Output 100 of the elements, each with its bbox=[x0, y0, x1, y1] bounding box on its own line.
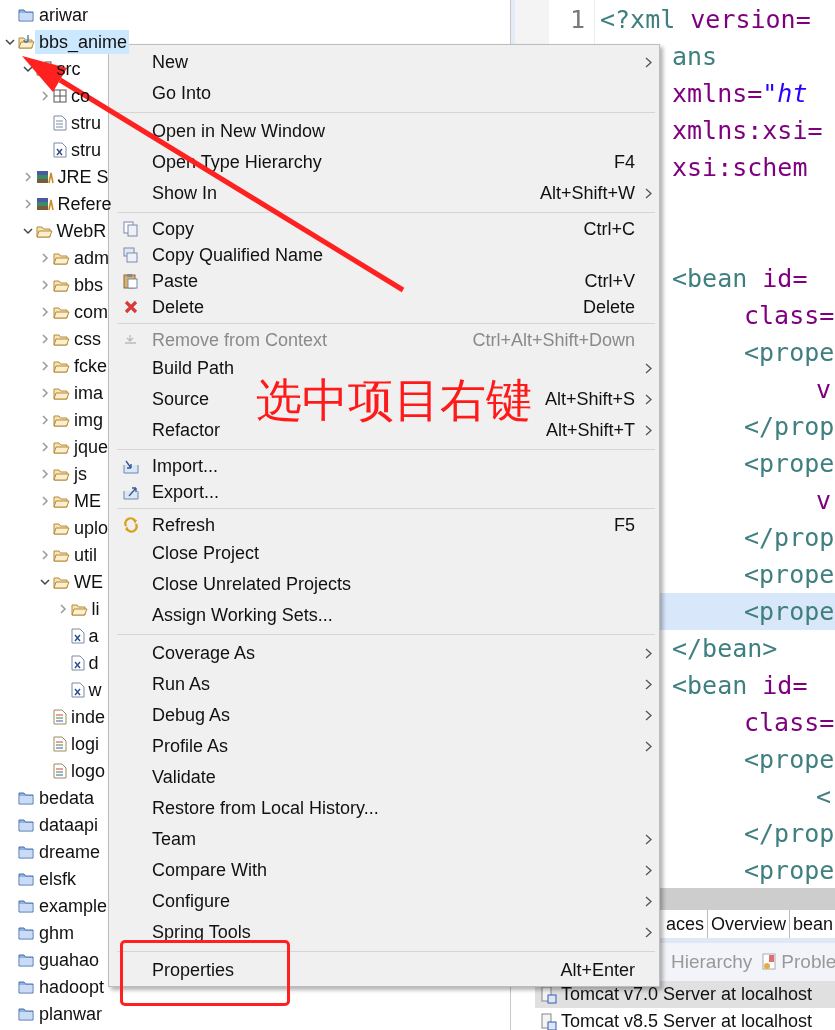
shortcut-label: Ctrl+V bbox=[584, 270, 636, 292]
chevron-right-icon[interactable] bbox=[40, 333, 50, 344]
tree-item[interactable]: w bbox=[84, 677, 104, 702]
chevron-right-icon[interactable] bbox=[40, 279, 50, 290]
xml-file-icon bbox=[70, 627, 85, 644]
tree-item[interactable]: WebR bbox=[52, 218, 109, 243]
menu-item[interactable]: New bbox=[152, 52, 188, 73]
menu-item[interactable]: Team bbox=[152, 829, 196, 850]
tree-item[interactable]: JRE S bbox=[53, 164, 111, 189]
chevron-right-icon[interactable] bbox=[40, 468, 50, 479]
menu-item[interactable]: Open in New Window bbox=[152, 121, 326, 142]
paste-icon bbox=[123, 273, 138, 289]
chevron-down-icon[interactable] bbox=[22, 63, 33, 74]
tree-item[interactable]: d bbox=[84, 650, 101, 675]
tree-item[interactable]: bedata bbox=[35, 785, 97, 810]
chevron-right-icon[interactable] bbox=[57, 603, 68, 614]
editor-tab[interactable]: bean bbox=[790, 910, 835, 938]
chevron-right-icon[interactable] bbox=[22, 171, 33, 182]
tree-item[interactable]: img bbox=[70, 407, 105, 432]
menu-item[interactable]: Refresh bbox=[152, 514, 216, 536]
tree-item[interactable]: li bbox=[87, 596, 102, 621]
menu-item[interactable]: Show In bbox=[152, 183, 218, 204]
shortcut-label: Alt+Enter bbox=[560, 960, 636, 981]
code-line: </prop bbox=[744, 818, 835, 850]
tree-item[interactable]: uplo bbox=[70, 515, 111, 540]
editor-tab[interactable]: Overview bbox=[708, 910, 791, 938]
menu-item[interactable]: Coverage As bbox=[152, 643, 256, 664]
menu-item[interactable]: Profile As bbox=[152, 736, 229, 757]
tree-item[interactable]: stru bbox=[67, 110, 103, 135]
tree-item[interactable]: ariwar bbox=[35, 2, 90, 27]
tree-item[interactable]: stru bbox=[67, 137, 103, 162]
menu-item[interactable]: Close Project bbox=[152, 543, 260, 564]
menu-item[interactable]: Spring Tools bbox=[152, 922, 251, 943]
tree-item[interactable]: hadoopt bbox=[35, 974, 107, 999]
chevron-right-icon[interactable] bbox=[40, 387, 50, 398]
tree-item[interactable]: ghm bbox=[35, 920, 76, 945]
chevron-right-icon[interactable] bbox=[40, 306, 50, 317]
project-folder-icon bbox=[18, 870, 35, 887]
chevron-down-icon[interactable] bbox=[22, 225, 33, 236]
tree-item[interactable]: Refere bbox=[53, 191, 114, 216]
copy-icon bbox=[123, 221, 138, 237]
menu-item[interactable]: Run As bbox=[152, 674, 211, 695]
tree-item[interactable]: js bbox=[70, 461, 89, 486]
chevron-down-icon[interactable] bbox=[40, 576, 50, 587]
tree-item[interactable]: com bbox=[70, 299, 110, 324]
chevron-right-icon[interactable] bbox=[40, 252, 50, 263]
menu-item[interactable]: Build Path bbox=[152, 358, 235, 379]
menu-item[interactable]: Compare With bbox=[152, 860, 268, 881]
tree-item[interactable]: fcke bbox=[70, 353, 109, 378]
tree-item[interactable]: guahao bbox=[35, 947, 102, 972]
file-icon bbox=[53, 114, 67, 131]
tree-item[interactable]: jque bbox=[70, 434, 111, 459]
menu-item[interactable]: Properties bbox=[152, 960, 235, 981]
code-line: <prope bbox=[744, 448, 835, 480]
tree-item[interactable]: bbs bbox=[70, 272, 106, 297]
tree-item[interactable]: inde bbox=[67, 704, 108, 729]
tree-item[interactable]: logo bbox=[67, 758, 108, 783]
menu-item[interactable]: Copy Qualified Name bbox=[152, 244, 324, 266]
tree-item[interactable]: logi bbox=[67, 731, 102, 756]
menu-item[interactable]: Assign Working Sets... bbox=[152, 605, 333, 626]
tree-item[interactable]: a bbox=[84, 623, 101, 648]
chevron-right-icon[interactable] bbox=[40, 441, 50, 452]
chevron-down-icon[interactable] bbox=[5, 36, 15, 47]
chevron-right-icon[interactable] bbox=[22, 198, 33, 209]
chevron-right-icon[interactable] bbox=[40, 414, 50, 425]
menu-item[interactable]: Import... bbox=[152, 455, 218, 477]
chevron-right-icon[interactable] bbox=[40, 549, 50, 560]
tree-item[interactable]: bbs_anime bbox=[35, 29, 130, 54]
editor-tab[interactable]: aces bbox=[663, 910, 709, 938]
chevron-right-icon[interactable] bbox=[40, 360, 50, 371]
menu-item[interactable]: Export... bbox=[152, 481, 220, 503]
tree-item[interactable]: elsfk bbox=[35, 866, 78, 891]
chevron-right-icon[interactable] bbox=[40, 495, 50, 506]
tree-item[interactable]: adm bbox=[70, 245, 111, 270]
tree-item[interactable]: dreame bbox=[35, 839, 103, 864]
menu-item[interactable]: Copy bbox=[152, 218, 195, 240]
project-folder-icon bbox=[18, 33, 35, 50]
tree-item[interactable]: example bbox=[35, 893, 110, 918]
menu-item[interactable]: Paste bbox=[152, 270, 199, 292]
menu-item[interactable]: Go Into bbox=[152, 83, 212, 104]
menu-item[interactable]: Configure bbox=[152, 891, 231, 912]
chevron-right-icon[interactable] bbox=[40, 90, 50, 101]
shortcut-label: Alt+Shift+S bbox=[544, 389, 636, 410]
tree-item[interactable]: ima bbox=[70, 380, 105, 405]
tree-item[interactable]: planwar bbox=[35, 1001, 105, 1026]
menu-item[interactable]: Restore from Local History... bbox=[152, 798, 379, 819]
menu-item[interactable]: Debug As bbox=[152, 705, 231, 726]
menu-item[interactable]: Refactor bbox=[152, 420, 221, 441]
menu-item[interactable]: Validate bbox=[152, 767, 216, 788]
menu-item[interactable]: Close Unrelated Projects bbox=[152, 574, 352, 595]
server-item[interactable]: Tomcat v8.5 Server at localhost bbox=[561, 1011, 813, 1030]
tree-item[interactable]: dataapi bbox=[35, 812, 101, 837]
tree-item[interactable]: css bbox=[70, 326, 103, 351]
tree-item[interactable]: src bbox=[52, 56, 83, 81]
tree-item[interactable]: ME bbox=[70, 488, 103, 513]
menu-item[interactable]: Delete bbox=[152, 296, 205, 318]
tree-item[interactable]: WE bbox=[70, 569, 105, 594]
import-icon bbox=[122, 458, 139, 474]
menu-item[interactable]: Source bbox=[152, 389, 210, 410]
tree-item[interactable]: util bbox=[70, 542, 99, 567]
